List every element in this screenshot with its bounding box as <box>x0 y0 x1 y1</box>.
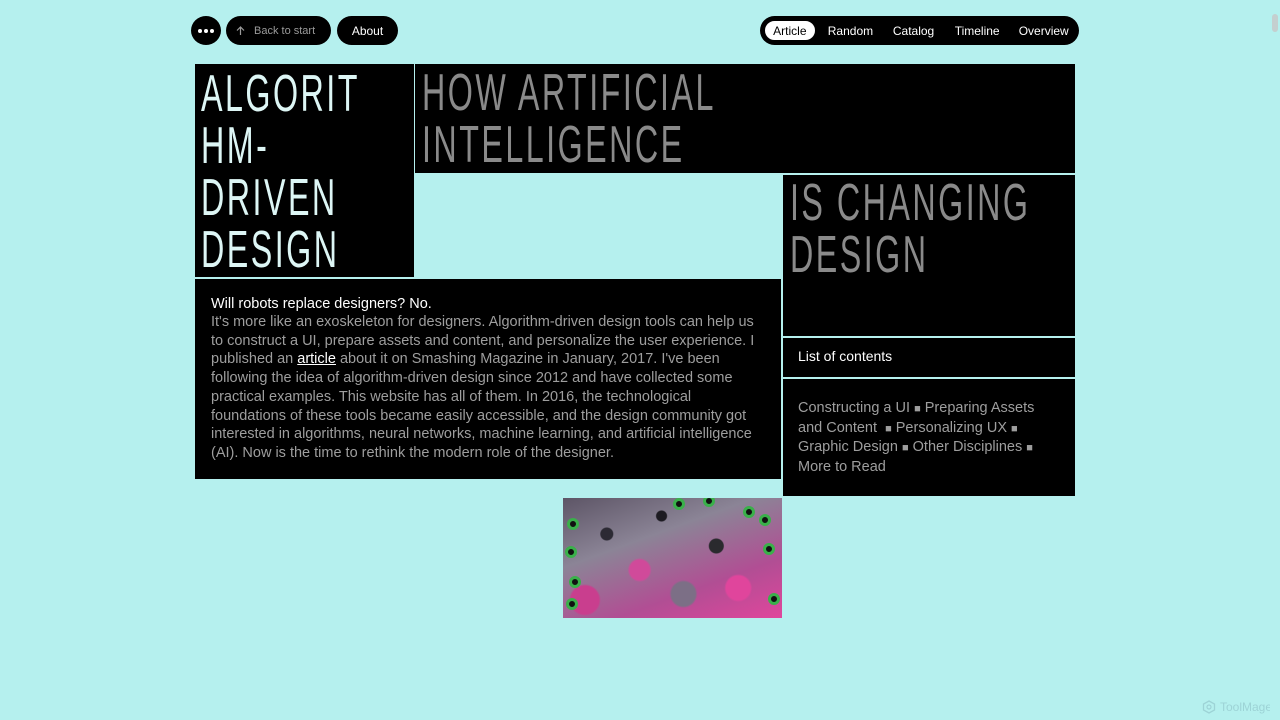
separator-icon: ■ <box>1011 422 1018 435</box>
toc-item-other-disciplines[interactable]: Other Disciplines <box>913 439 1023 455</box>
generative-artwork-image <box>563 498 782 618</box>
article-body-end: about it on Smashing Magazine in January… <box>211 351 752 461</box>
toc-item-constructing-ui[interactable]: Constructing a UI <box>798 400 910 416</box>
toc-item-graphic-design[interactable]: Graphic Design <box>798 439 898 455</box>
page-title-left: ALGORIT HM- DRIVEN DESIGN <box>201 65 360 279</box>
watermark: ToolMage <box>1202 700 1272 714</box>
title-block-right-mid: IS CHANGING DESIGN <box>783 175 1075 336</box>
page-title-right-top: HOW ARTIFICIAL INTELLIGENCE <box>422 64 715 174</box>
title-block-right-top: HOW ARTIFICIAL INTELLIGENCE <box>415 64 1075 173</box>
separator-icon: ■ <box>1026 442 1033 455</box>
about-button[interactable]: About <box>337 16 398 45</box>
tab-overview[interactable]: Overview <box>1011 19 1076 42</box>
tab-timeline[interactable]: Timeline <box>943 19 1012 42</box>
toolmage-logo-icon <box>1202 700 1216 714</box>
toc-item-more-to-read[interactable]: More to Read <box>798 459 886 475</box>
separator-icon: ■ <box>901 442 909 455</box>
article-link[interactable]: article <box>297 351 336 367</box>
title-block-left: ALGORIT HM- DRIVEN DESIGN <box>195 64 414 277</box>
more-horizontal-icon <box>198 28 214 33</box>
watermark-label: ToolMage <box>1219 700 1272 714</box>
tab-article[interactable]: Article <box>763 19 817 42</box>
separator-icon: ■ <box>885 422 892 435</box>
page-title-right-mid: IS CHANGING DESIGN <box>790 174 1031 284</box>
article-body: It's more like an exoskeleton for design… <box>211 313 765 463</box>
toc-item-personalizing-ux[interactable]: Personalizing UX <box>896 420 1007 436</box>
article-intro: Will robots replace designers? No. It's … <box>195 279 781 479</box>
view-tabs: Article Random Catalog Timeline Overview <box>760 16 1079 45</box>
back-to-start-label: Back to start <box>254 24 316 37</box>
toc-heading: List of contents <box>783 338 1075 377</box>
menu-button[interactable] <box>191 16 221 45</box>
scrollbar-thumb[interactable] <box>1272 14 1278 32</box>
separator-icon: ■ <box>914 403 921 415</box>
scrollbar[interactable] <box>1270 0 1280 720</box>
arrow-up-icon <box>236 25 245 35</box>
tab-random[interactable]: Random <box>817 19 885 42</box>
article-lead: Will robots replace designers? No. <box>211 296 432 312</box>
tab-catalog[interactable]: Catalog <box>884 19 943 42</box>
toc-list: Constructing a UI ■ Preparing Assets and… <box>783 379 1075 496</box>
back-to-start-button[interactable]: Back to start <box>226 16 331 45</box>
